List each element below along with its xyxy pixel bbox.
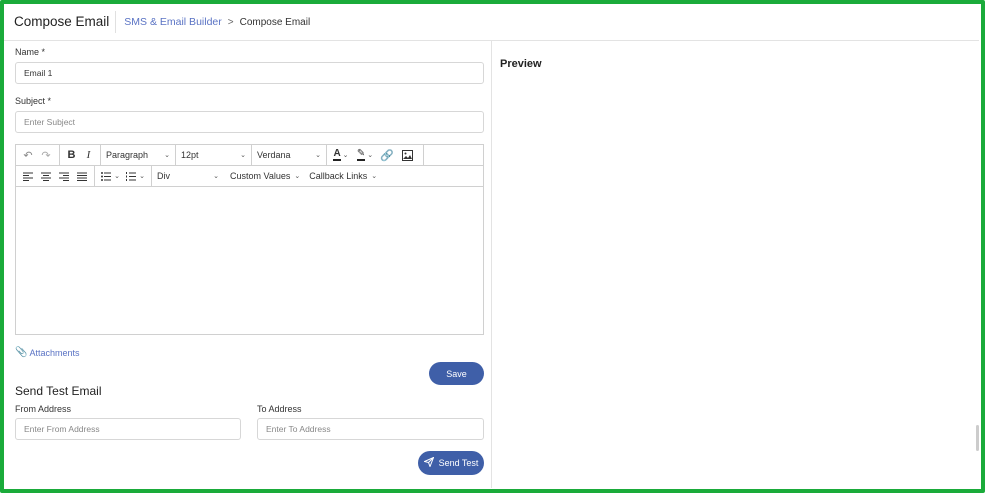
chevron-down-icon: ⌄ (294, 173, 301, 180)
breadcrumb-separator-icon: > (227, 16, 234, 28)
history-group: ↶ ↷ (16, 144, 60, 166)
name-input[interactable] (15, 62, 484, 84)
bullet-list-icon[interactable]: ⌄ (98, 167, 123, 185)
align-left-icon[interactable] (19, 167, 37, 185)
custom-values-menu[interactable]: Custom Values ⌄ (230, 171, 300, 181)
name-label: Name * (15, 47, 46, 57)
send-test-label: Send Test (438, 458, 479, 468)
highlight-color-icon[interactable]: ✎ ⌄ (354, 146, 376, 164)
numbered-list-icon[interactable]: ⌄ (123, 167, 148, 185)
editor-toolbar-row-1: ↶ ↷ B I Paragraph ⌄ 12pt ⌄ Verdana ⌄ A ⌄ … (16, 144, 483, 166)
callback-links-label: Callback Links (309, 171, 368, 181)
to-address-input[interactable] (257, 418, 484, 440)
from-address-input[interactable] (15, 418, 241, 440)
subject-input[interactable] (15, 111, 484, 133)
send-test-email-title: Send Test Email (15, 384, 102, 398)
font-size-value: 12pt (181, 150, 199, 160)
from-address-label: From Address (15, 404, 72, 414)
redo-icon[interactable]: ↷ (37, 146, 55, 164)
chevron-down-icon: ⌄ (371, 173, 378, 180)
font-size-select[interactable]: 12pt ⌄ (176, 144, 252, 166)
header-bar: Compose Email SMS & Email Builder > Comp… (4, 4, 979, 41)
subject-label: Subject * (15, 96, 52, 106)
block-format-select[interactable]: Paragraph ⌄ (101, 144, 176, 166)
breadcrumb-link-builder[interactable]: SMS & Email Builder (124, 16, 221, 28)
link-icon[interactable]: 🔗 (378, 146, 396, 164)
send-test-button[interactable]: Send Test (418, 451, 484, 475)
align-right-icon[interactable] (55, 167, 73, 185)
to-address-label: To Address (257, 404, 302, 414)
block-format-value: Paragraph (106, 150, 149, 160)
preview-title: Preview (500, 58, 542, 70)
compose-panel: Name * Subject * ↶ ↷ B I Paragraph ⌄ 12p… (4, 41, 492, 488)
chevron-down-icon: ⌄ (240, 152, 246, 159)
save-button[interactable]: Save (429, 362, 484, 385)
chevron-down-icon: ⌄ (164, 152, 170, 159)
chevron-down-icon: ⌄ (213, 173, 219, 180)
undo-icon[interactable]: ↶ (19, 146, 37, 164)
editor-content-area[interactable] (16, 187, 483, 334)
scrollbar-handle[interactable] (976, 425, 979, 451)
callback-links-menu[interactable]: Callback Links ⌄ (309, 171, 377, 181)
italic-icon[interactable]: I (80, 146, 97, 164)
custom-values-label: Custom Values (230, 171, 291, 181)
preview-panel: Preview (493, 41, 979, 488)
rich-text-editor: ↶ ↷ B I Paragraph ⌄ 12pt ⌄ Verdana ⌄ A ⌄ … (15, 144, 484, 335)
alignment-group (16, 165, 95, 187)
insert-group: A ⌄ ✎ ⌄ 🔗 (327, 144, 424, 166)
attachments-label: Attachments (29, 347, 80, 358)
list-group: ⌄ ⌄ (95, 165, 152, 187)
page-title: Compose Email (4, 11, 117, 33)
send-icon (422, 456, 434, 469)
font-family-value: Verdana (257, 150, 291, 160)
paperclip-icon: 📎 (15, 347, 28, 358)
chevron-down-icon: ⌄ (315, 152, 321, 159)
align-center-icon[interactable] (37, 167, 55, 185)
attachments-link[interactable]: 📎 Attachments (15, 347, 79, 358)
editor-toolbar-row-2: ⌄ ⌄ Div ⌄ Custom Values ⌄ Callback Links… (16, 165, 483, 187)
text-style-group: B I (60, 144, 101, 166)
align-justify-icon[interactable] (73, 167, 91, 185)
bold-icon[interactable]: B (63, 146, 80, 164)
image-icon[interactable] (398, 146, 416, 164)
container-select[interactable]: Div ⌄ (152, 166, 224, 187)
breadcrumb-current: Compose Email (239, 16, 311, 28)
container-value: Div (157, 171, 170, 181)
text-color-icon[interactable]: A ⌄ (330, 146, 352, 164)
font-family-select[interactable]: Verdana ⌄ (252, 144, 327, 166)
